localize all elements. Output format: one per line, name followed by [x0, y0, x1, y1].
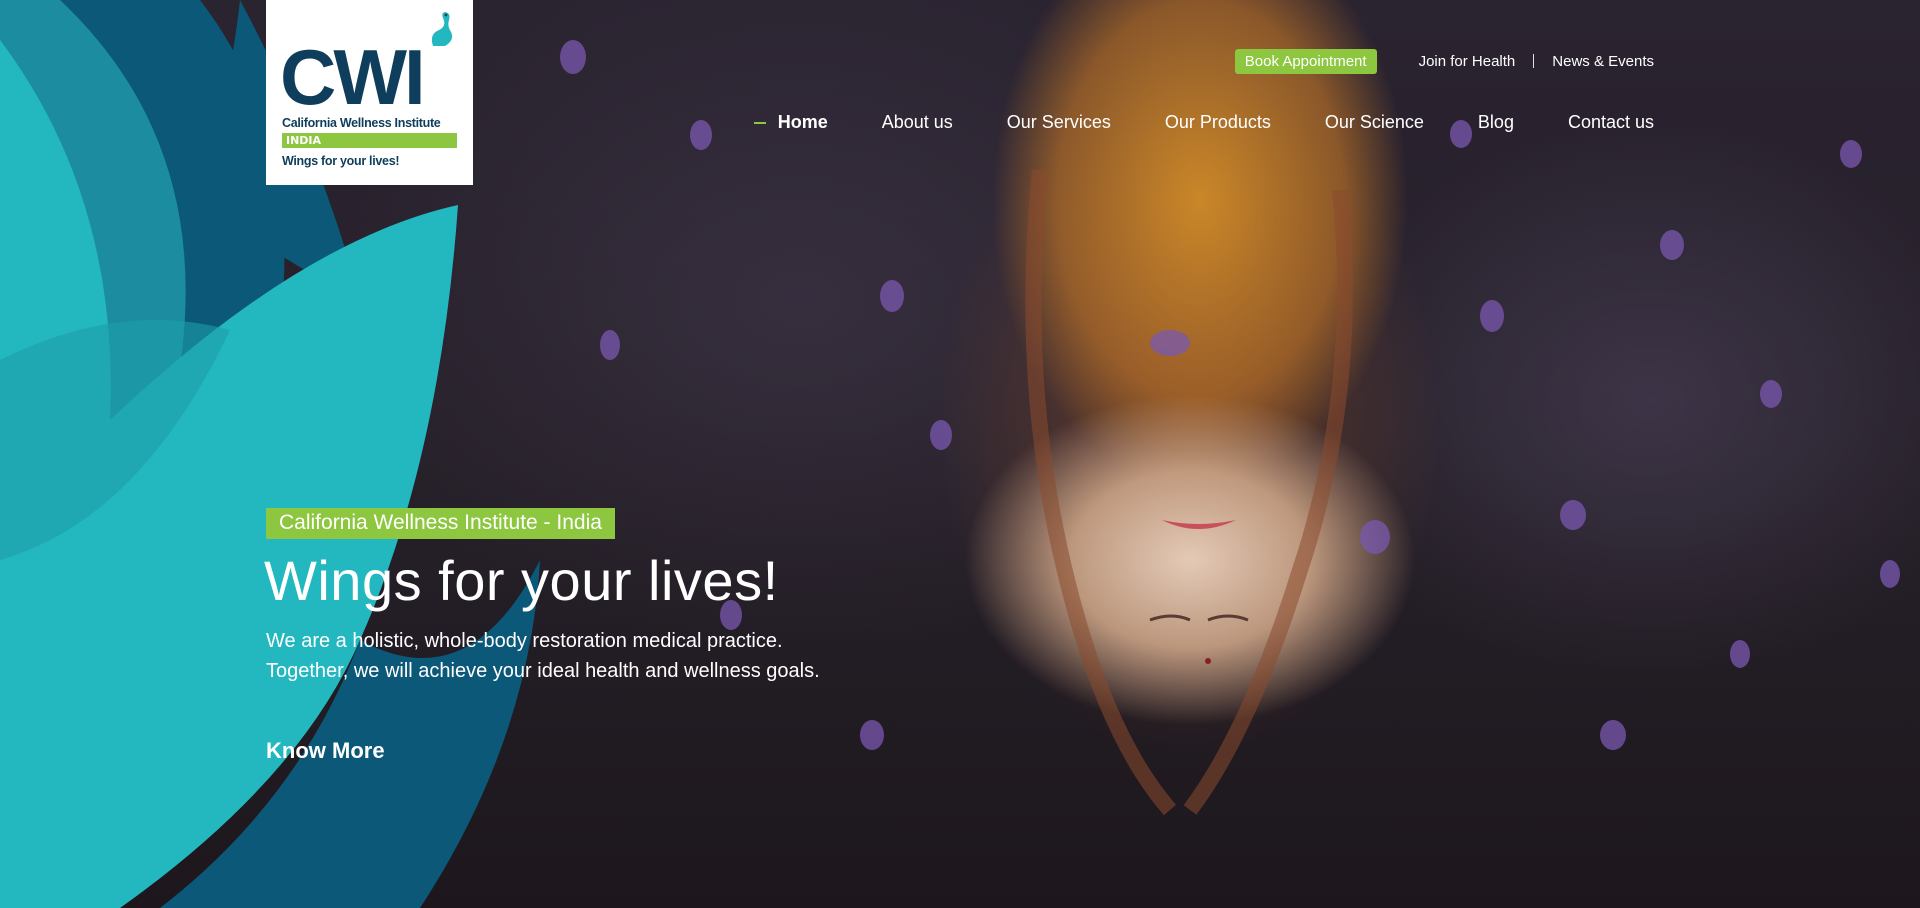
active-indicator [753, 121, 766, 124]
hero-badge: California Wellness Institute - India [266, 508, 615, 539]
lavender-blossom [1560, 500, 1586, 530]
nav-item-label: Home [777, 112, 828, 132]
nav-item-about[interactable]: About us [882, 112, 953, 133]
hair-strands [1025, 170, 1353, 816]
nav-item-contact[interactable]: Contact us [1568, 112, 1654, 133]
link-divider [1533, 54, 1535, 68]
lavender-blossom [560, 40, 586, 74]
lavender-blossom [1880, 560, 1900, 588]
nav-item-science[interactable]: Our Science [1325, 112, 1424, 133]
lavender-blossom [860, 720, 884, 750]
know-more-link[interactable]: Know More [266, 738, 443, 764]
nav-item-home[interactable]: Home [753, 112, 828, 133]
lavender-blossom [1480, 300, 1504, 332]
hero-headline: Wings for your lives! [264, 549, 779, 612]
logo-tagline: Wings for your lives! [282, 154, 400, 168]
lavender-blossom [690, 120, 712, 150]
logo-country: INDIA [282, 133, 457, 148]
lavender-blossom [1730, 640, 1750, 668]
news-events-link[interactable]: News & Events [1552, 53, 1654, 70]
lavender-blossom [1840, 140, 1862, 168]
brand-logo[interactable]: CWI California Wellness Institute INDIA … [266, 0, 473, 185]
know-more-label: Know More [266, 738, 385, 763]
nav-item-products[interactable]: Our Products [1165, 112, 1271, 133]
hero-description: We are a holistic, whole-body restoratio… [266, 630, 820, 682]
lavender-blossom [1600, 720, 1626, 750]
lavender-blossom [600, 330, 620, 360]
swan-icon [431, 12, 453, 46]
lavender-blossom [880, 280, 904, 312]
logo-mark: CWI [280, 33, 426, 121]
lavender-blossom [1660, 230, 1684, 260]
book-appointment-button[interactable]: Book Appointment [1234, 48, 1377, 74]
utility-links: Book Appointment Join for Health News & … [1234, 48, 1654, 74]
join-for-health-link[interactable]: Join for Health [1419, 53, 1516, 70]
logo-name: California Wellness Institute [282, 116, 441, 130]
nav-item-services[interactable]: Our Services [1007, 112, 1111, 133]
main-nav: Home About us Our Services Our Products … [753, 112, 1654, 133]
lavender-blossom [930, 420, 952, 450]
arrow-right-icon [402, 744, 443, 758]
lavender-blossom [1760, 380, 1782, 408]
nav-item-blog[interactable]: Blog [1478, 112, 1514, 133]
